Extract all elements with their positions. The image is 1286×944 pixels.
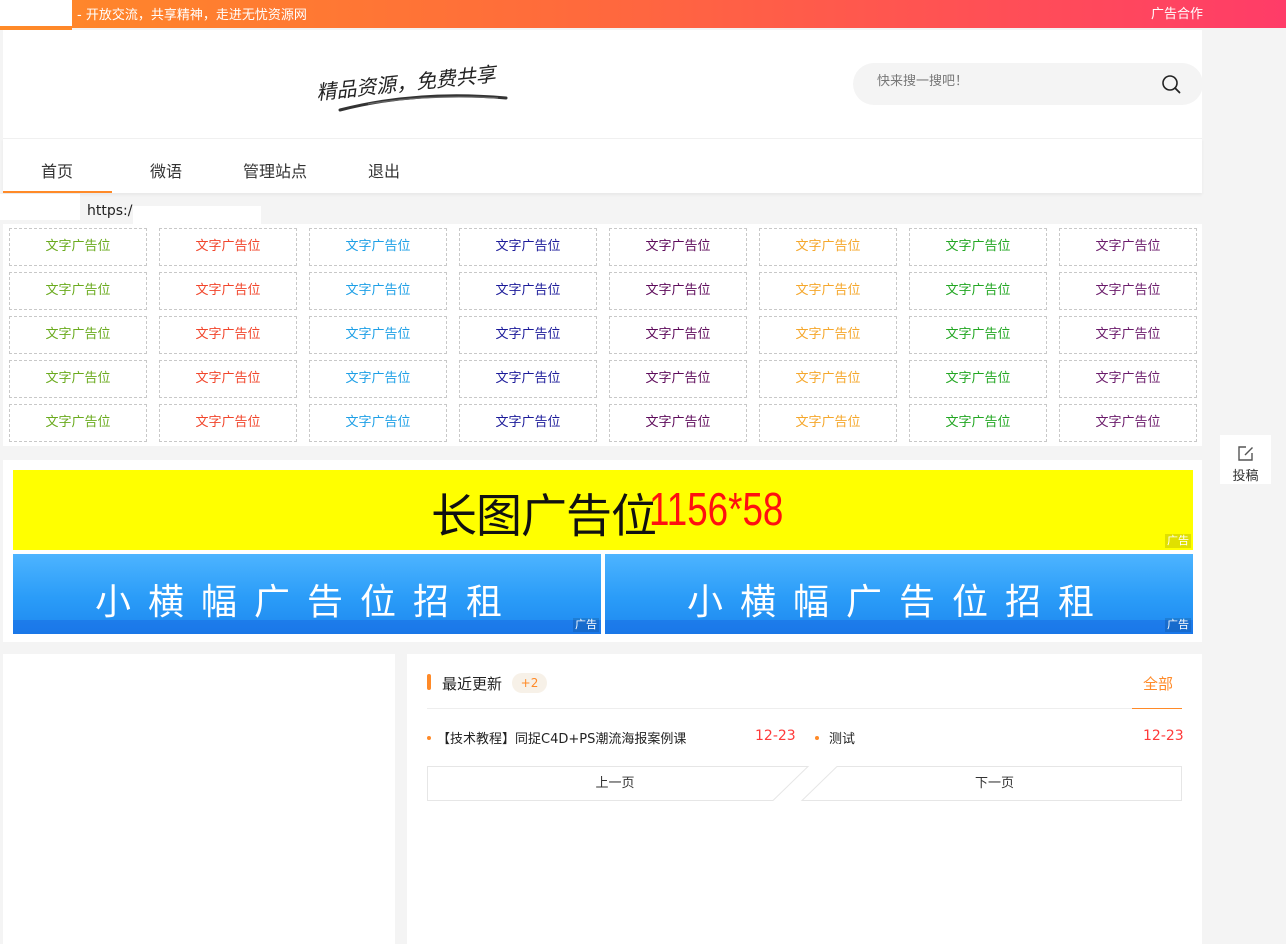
- text-ad-link[interactable]: 文字广告位: [1059, 228, 1197, 266]
- text-ad-link[interactable]: 文字广告位: [309, 360, 447, 398]
- text-ad-link[interactable]: 文字广告位: [309, 404, 447, 442]
- small-banner-text: 小横幅广告位招租: [686, 582, 1111, 623]
- text-ad-link[interactable]: 文字广告位: [909, 404, 1047, 442]
- small-banner-ad[interactable]: 小横幅广告位招租 广告: [13, 554, 601, 634]
- text-ad-link[interactable]: 文字广告位: [459, 228, 597, 266]
- next-page-button[interactable]: 下一页: [807, 766, 1182, 801]
- main-nav: 首页 微语 管理站点 退出: [3, 138, 1202, 193]
- small-banner-ad[interactable]: 小横幅广告位招租 广告: [605, 554, 1193, 634]
- nav-active-indicator: [3, 191, 112, 193]
- submit-post-button[interactable]: 投稿: [1220, 435, 1271, 484]
- nav-item-logout[interactable]: 退出: [368, 158, 400, 182]
- prev-page-button[interactable]: 上一页: [427, 766, 803, 801]
- text-ad-link[interactable]: 文字广告位: [309, 272, 447, 310]
- small-banner-text: 小横幅广告位招租: [94, 582, 519, 623]
- section-marker: [427, 674, 431, 690]
- site-slogan: - 开放交流，共享精神，走进无忧资源网: [77, 8, 307, 23]
- search-icon[interactable]: [1161, 74, 1181, 94]
- ad-tag: 广告: [573, 618, 599, 632]
- text-ad-link[interactable]: 文字广告位: [1059, 404, 1197, 442]
- submit-post-label: 投稿: [1232, 469, 1259, 484]
- recent-updates-panel: 最近更新 +2 全部 【技术教程】同捉C4D+PS潮流海报案例课 12-23 测…: [407, 654, 1202, 944]
- bullet-dot: [427, 736, 431, 740]
- text-ad-link[interactable]: 文字广告位: [909, 228, 1047, 266]
- text-ad-link[interactable]: 文字广告位: [1059, 272, 1197, 310]
- text-ad-link[interactable]: 文字广告位: [309, 228, 447, 266]
- text-ad-link[interactable]: 文字广告位: [759, 316, 897, 354]
- text-ad-link[interactable]: 文字广告位: [459, 272, 597, 310]
- text-ad-link[interactable]: 文字广告位: [459, 360, 597, 398]
- text-ad-link[interactable]: 文字广告位: [9, 360, 147, 398]
- text-ad-link[interactable]: 文字广告位: [9, 404, 147, 442]
- nav-item-weiyu[interactable]: 微语: [150, 158, 182, 182]
- recent-count-badge: +2: [512, 673, 547, 693]
- site-url-text[interactable]: https:/,: [87, 203, 137, 219]
- text-ad-link[interactable]: 文字广告位: [759, 360, 897, 398]
- post-date: 12-23: [1143, 728, 1184, 744]
- text-ad-link[interactable]: 文字广告位: [909, 316, 1047, 354]
- section-divider: [427, 708, 1182, 709]
- text-ad-link[interactable]: 文字广告位: [759, 228, 897, 266]
- text-ad-link[interactable]: 文字广告位: [609, 404, 747, 442]
- url-mask-right: [133, 206, 261, 224]
- ad-tag: 广告: [1165, 618, 1191, 632]
- text-ad-link[interactable]: 文字广告位: [9, 272, 147, 310]
- text-ad-link[interactable]: 文字广告位: [609, 272, 747, 310]
- text-ad-link[interactable]: 文字广告位: [159, 272, 297, 310]
- post-link[interactable]: 【技术教程】同捉C4D+PS潮流海报案例课: [437, 728, 686, 747]
- long-banner-size: 1156*58: [649, 483, 784, 535]
- text-ad-link[interactable]: 文字广告位: [459, 316, 597, 354]
- edit-icon: [1238, 446, 1253, 461]
- text-ad-link[interactable]: 文字广告位: [759, 404, 897, 442]
- post-link[interactable]: 测试: [829, 728, 855, 747]
- search-box: [853, 63, 1203, 105]
- text-ad-link[interactable]: 文字广告位: [909, 360, 1047, 398]
- banner-area: 长图广告位 1156*58 广告 小横幅广告位招租 广告 小横幅广告位招租 广告: [3, 460, 1202, 642]
- left-sidebar-panel: [3, 654, 395, 944]
- site-logo[interactable]: 精品资源，免费共享: [308, 50, 518, 118]
- text-ad-link[interactable]: 文字广告位: [909, 272, 1047, 310]
- text-ad-link[interactable]: 文字广告位: [159, 360, 297, 398]
- text-ad-link[interactable]: 文字广告位: [9, 316, 147, 354]
- text-ad-link[interactable]: 文字广告位: [459, 404, 597, 442]
- text-ad-link[interactable]: 文字广告位: [159, 228, 297, 266]
- top-bar-logo-slot: [0, 0, 72, 26]
- text-ad-link[interactable]: 文字广告位: [309, 316, 447, 354]
- text-ad-link[interactable]: 文字广告位: [159, 316, 297, 354]
- ad-tag: 广告: [1165, 534, 1191, 548]
- text-ad-link[interactable]: 文字广告位: [759, 272, 897, 310]
- text-ad-link[interactable]: 文字广告位: [609, 360, 747, 398]
- long-banner-text: 长图广告位: [431, 489, 657, 543]
- text-ad-link[interactable]: 文字广告位: [609, 228, 747, 266]
- top-bar: - 开放交流，共享精神，走进无忧资源网 广告合作: [0, 0, 1286, 28]
- text-ad-link[interactable]: 文字广告位: [9, 228, 147, 266]
- text-ad-link[interactable]: 文字广告位: [159, 404, 297, 442]
- text-ad-link[interactable]: 文字广告位: [1059, 360, 1197, 398]
- view-all-underline: [1132, 708, 1182, 709]
- long-banner-ad[interactable]: 长图广告位 1156*58 广告: [13, 470, 1193, 550]
- text-ad-link[interactable]: 文字广告位: [609, 316, 747, 354]
- search-input[interactable]: [877, 74, 1137, 89]
- recent-updates-title: 最近更新: [442, 675, 503, 693]
- post-date: 12-23: [755, 728, 796, 744]
- nav-item-admin[interactable]: 管理站点: [243, 158, 307, 182]
- text-ad-link[interactable]: 文字广告位: [1059, 316, 1197, 354]
- view-all-link[interactable]: 全部: [1143, 673, 1173, 694]
- site-header: 精品资源，免费共享: [3, 30, 1203, 138]
- ad-cooperation-link[interactable]: 广告合作: [1151, 3, 1203, 22]
- url-mask-left: [0, 194, 80, 220]
- nav-item-home[interactable]: 首页: [41, 158, 73, 182]
- bullet-dot: [815, 736, 819, 740]
- text-ads-grid: 文字广告位 文字广告位 文字广告位 文字广告位 文字广告位 文字广告位 文字广告位 文字广告位…: [3, 224, 1202, 446]
